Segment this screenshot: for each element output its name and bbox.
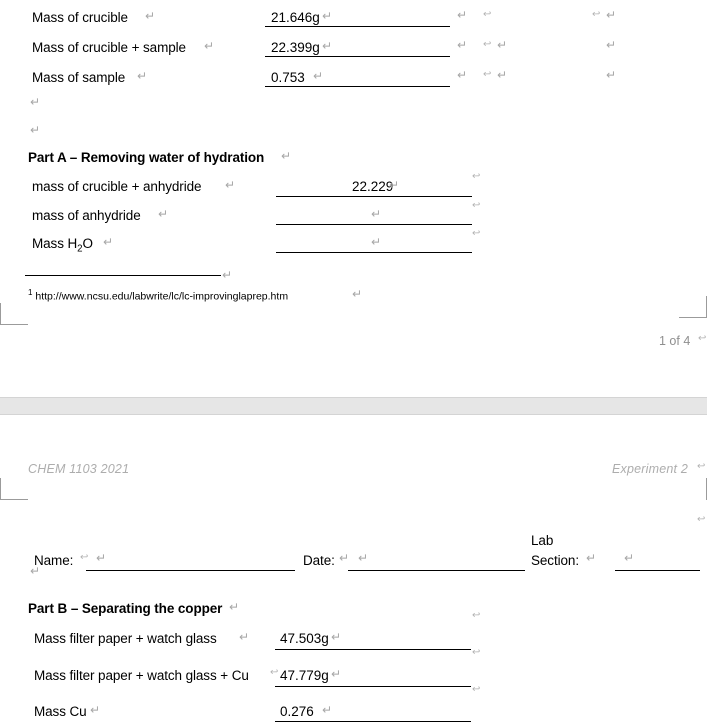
page-header-left: CHEM 1103 2021	[28, 462, 130, 476]
name-input-rule[interactable]	[86, 570, 295, 571]
margin-corner-bottom-left	[0, 303, 28, 325]
paragraph-mark-icon: ↵	[371, 235, 382, 249]
answer-rule	[265, 86, 450, 87]
paragraph-mark-icon: ↵	[497, 68, 508, 82]
paragraph-mark-icon: ↵	[624, 551, 635, 565]
paragraph-mark-icon: ↵	[457, 8, 468, 22]
page-break-gap	[0, 397, 707, 415]
line-break-mark-icon: ↩	[472, 200, 481, 211]
field-label-mass-of-anhydride: mass of anhydride	[32, 208, 141, 223]
footnote-marker: 1	[28, 288, 33, 297]
paragraph-mark-icon: ↵	[331, 667, 342, 681]
field-value-mass-of-crucible[interactable]: 21.646g	[271, 10, 320, 25]
paragraph-mark-icon: ↵	[103, 235, 114, 249]
info-label-lab-section: Section:	[531, 553, 579, 568]
field-label-mass-of-crucible-plus-sample: Mass of crucible + sample	[32, 40, 186, 55]
paragraph-mark-icon: ↵	[331, 630, 342, 644]
line-break-mark-icon: ↩	[483, 69, 492, 80]
line-break-mark-icon: ↩	[472, 171, 481, 182]
paragraph-mark-icon: ↵	[389, 178, 400, 192]
paragraph-mark-icon: ↵	[322, 703, 333, 717]
paragraph-mark-icon: ↵	[204, 39, 215, 53]
footnote-text: 1 http://www.ncsu.edu/labwrite/lc/lc-imp…	[28, 288, 288, 303]
paragraph-mark-icon: ↵	[606, 8, 617, 22]
field-value-mass-filter-paper-watch-glass-cu[interactable]: 47.779g	[280, 668, 329, 683]
field-label-mass-filter-paper-watch-glass-cu: Mass filter paper + watch glass + Cu	[34, 668, 249, 683]
field-value-mass-filter-paper-watch-glass[interactable]: 47.503g	[280, 631, 329, 646]
paragraph-mark-icon: ↵	[586, 551, 597, 565]
paragraph-mark-icon: ↵	[339, 551, 350, 565]
field-value-mass-of-sample[interactable]: 0.753	[271, 70, 305, 85]
field-value-mass-of-crucible-plus-sample[interactable]: 22.399g	[271, 40, 320, 55]
paragraph-mark-icon: ↵	[229, 600, 240, 614]
paragraph-mark-icon: ↵	[322, 39, 333, 53]
line-break-mark-icon: ↩	[472, 647, 481, 658]
margin-corner-top-left	[0, 478, 28, 500]
paragraph-mark-icon: ↵	[239, 630, 250, 644]
paragraph-mark-icon: ↵	[313, 69, 324, 83]
paragraph-mark-icon: ↵	[322, 9, 333, 23]
paragraph-mark-icon: ↵	[606, 68, 617, 82]
paragraph-mark-icon: ↵	[225, 178, 236, 192]
info-label-date: Date:	[303, 553, 335, 568]
line-break-mark-icon: ↩	[472, 610, 481, 621]
field-value-mass-of-crucible-plus-anhydride[interactable]: 22.229	[352, 179, 393, 194]
paragraph-mark-icon: ↵	[358, 551, 369, 565]
footnote-url[interactable]: http://www.ncsu.edu/labwrite/lc/lc-impro…	[35, 291, 288, 303]
line-break-mark-icon: ↩	[483, 9, 492, 20]
paragraph-mark-icon: ↵	[137, 69, 148, 83]
page-header-right: Experiment 2	[612, 462, 689, 476]
field-label-mass-cu: Mass Cu	[34, 704, 87, 719]
paragraph-mark-icon: ↵	[96, 551, 107, 565]
page-number: 1 of 4	[659, 334, 691, 348]
paragraph-mark-icon: ↵	[352, 287, 363, 301]
field-label-mass-of-crucible-plus-anhydride: mass of crucible + anhydride	[32, 179, 202, 194]
answer-rule	[265, 56, 450, 57]
paragraph-mark-icon: ↵	[90, 703, 101, 717]
answer-rule	[276, 252, 472, 253]
line-break-mark-icon: ↩	[592, 9, 601, 20]
answer-rule	[276, 224, 472, 225]
line-break-mark-icon: ↩	[698, 333, 707, 344]
info-label-lab-line1: Lab	[531, 533, 554, 548]
paragraph-mark-icon: ↵	[145, 9, 156, 23]
paragraph-mark-icon: ↵	[457, 38, 468, 52]
line-break-mark-icon: ↩	[80, 552, 89, 563]
lab-section-input-rule[interactable]	[615, 570, 700, 571]
section-heading-part-b: Part B – Separating the copper	[28, 601, 223, 616]
paragraph-mark-icon: ↵	[222, 268, 233, 282]
paragraph-mark-icon: ↵	[371, 207, 382, 221]
paragraph-mark-icon: ↵	[30, 123, 41, 137]
line-break-mark-icon: ↩	[483, 39, 492, 50]
line-break-mark-icon: ↩	[697, 461, 706, 472]
paragraph-mark-icon: ↵	[281, 149, 292, 163]
paragraph-mark-icon: ↵	[457, 68, 468, 82]
footnote-separator	[25, 275, 221, 276]
document-page-2: CHEM 1103 2021 Experiment 2 ↩ ↩ Lab Name…	[0, 415, 707, 724]
field-label-mass-of-crucible: Mass of crucible	[32, 10, 128, 25]
line-break-mark-icon: ↩	[697, 514, 706, 525]
answer-rule	[276, 196, 472, 197]
document-page-1: Mass of crucible ↵ 21.646g ↵ ↵ ↩ ↩ ↵ Mas…	[0, 0, 707, 397]
paragraph-mark-icon: ↵	[497, 38, 508, 52]
field-value-mass-cu[interactable]: 0.276	[280, 704, 314, 719]
line-break-mark-icon: ↩	[472, 228, 481, 239]
paragraph-mark-icon: ↵	[30, 95, 41, 109]
paragraph-mark-icon: ↵	[158, 207, 169, 221]
answer-rule	[265, 26, 450, 27]
paragraph-mark-icon: ↵	[606, 38, 617, 52]
field-label-mass-filter-paper-watch-glass: Mass filter paper + watch glass	[34, 631, 217, 646]
answer-rule	[275, 686, 471, 687]
field-label-mass-of-sample: Mass of sample	[32, 70, 126, 85]
field-label-mass-h2o: Mass H2O	[32, 236, 93, 255]
date-input-rule[interactable]	[348, 570, 525, 571]
section-heading-part-a: Part A – Removing water of hydration	[28, 150, 265, 165]
answer-rule	[275, 721, 471, 722]
line-break-mark-icon: ↩	[270, 667, 279, 678]
line-break-mark-icon: ↩	[472, 684, 481, 695]
paragraph-mark-icon: ↵	[30, 564, 41, 578]
margin-corner-bottom-right	[679, 296, 707, 318]
margin-corner-top-right	[679, 478, 707, 500]
answer-rule	[275, 649, 471, 650]
